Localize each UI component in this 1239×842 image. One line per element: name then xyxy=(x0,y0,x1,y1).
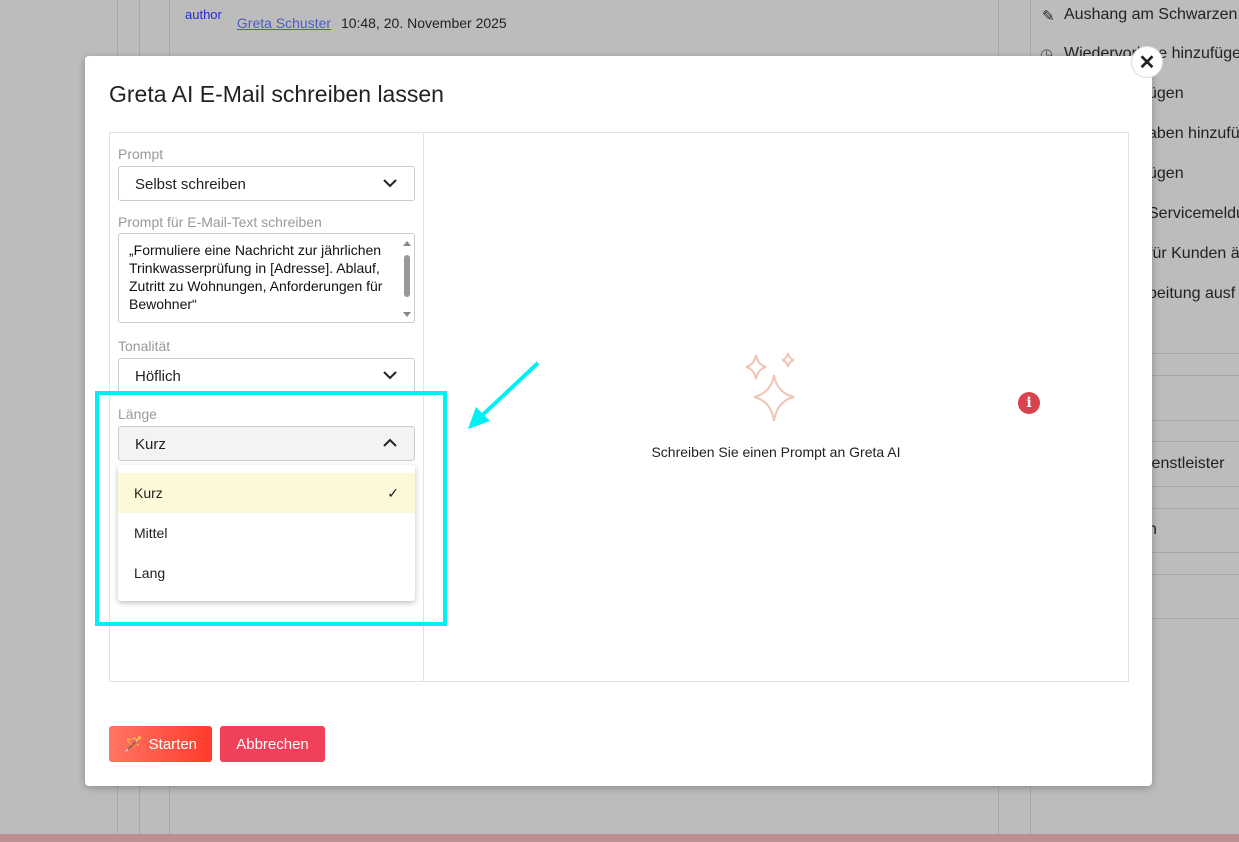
close-icon: ✕ xyxy=(1138,51,1156,74)
modal-title: Greta AI E-Mail schreiben lassen xyxy=(109,81,444,107)
bottom-bar xyxy=(0,834,1239,842)
tone-label: Tonalität xyxy=(118,338,171,354)
action-item[interactable]: für Kunden ä xyxy=(1148,245,1239,263)
highlight-box xyxy=(95,391,447,626)
action-item[interactable]: aben hinzufü xyxy=(1148,125,1239,143)
close-button[interactable]: ✕ xyxy=(1131,46,1163,78)
edit-icon: ✎ xyxy=(1042,8,1055,25)
start-label: Starten xyxy=(148,735,198,753)
prompt-label: Prompt xyxy=(118,146,164,162)
author-avatar: author xyxy=(185,8,222,22)
cancel-button[interactable]: Abbrechen xyxy=(220,726,325,762)
start-button[interactable]: 🪄 Starten xyxy=(109,726,212,762)
prompt-text-label: Prompt für E-Mail-Text schreiben xyxy=(118,214,322,230)
action-item[interactable]: ügen xyxy=(1148,165,1184,183)
chevron-down-icon xyxy=(383,179,397,188)
action-item[interactable]: Servicemeldu xyxy=(1148,205,1239,223)
timestamp: 10:48, 20. November 2025 xyxy=(340,14,507,31)
prompt-select-value: Selbst schreiben xyxy=(135,176,246,193)
tone-select-value: Höflich xyxy=(135,368,181,385)
magic-wand-icon: 🪄 xyxy=(123,736,143,753)
annotation-arrow-icon xyxy=(468,361,540,429)
action-item[interactable]: ügen xyxy=(1148,85,1184,103)
prompt-select[interactable]: Selbst schreiben xyxy=(118,166,415,201)
chevron-down-icon xyxy=(383,371,397,380)
author-link[interactable]: Greta Schuster xyxy=(237,15,331,31)
scrollbar[interactable] xyxy=(402,238,412,320)
sparkle-icon xyxy=(745,352,795,422)
comment-header: author Greta Schuster 10:48, 20. Novembe… xyxy=(185,8,507,40)
empty-state-text: Schreiben Sie einen Prompt an Greta AI xyxy=(651,444,901,460)
section-item[interactable]: ienstleister xyxy=(1148,455,1224,473)
tone-select[interactable]: Höflich xyxy=(118,358,415,393)
prompt-textarea[interactable]: „Formuliere eine Nachricht zur jährliche… xyxy=(118,233,415,323)
action-item[interactable]: beitung ausf xyxy=(1148,285,1235,303)
action-item[interactable]: Aushang am Schwarzen xyxy=(1064,6,1237,24)
prompt-text: „Formuliere eine Nachricht zur jährliche… xyxy=(129,242,383,312)
info-icon[interactable]: i xyxy=(1018,392,1040,414)
